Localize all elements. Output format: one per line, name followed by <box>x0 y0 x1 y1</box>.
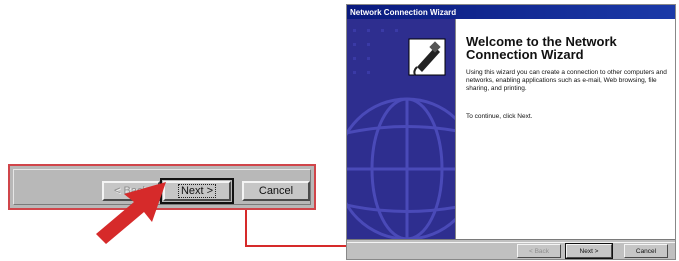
wizard-sidebar-art <box>347 19 455 239</box>
wizard-content-pane: Welcome to the Network Connection Wizard… <box>455 19 675 239</box>
wizard-heading: Welcome to the Network Connection Wizard <box>466 34 617 62</box>
zoom-cancel-button[interactable]: Cancel <box>242 181 310 201</box>
zoom-next-label: Next > <box>177 184 217 198</box>
wizard-continue-text: To continue, click Next. <box>466 113 533 120</box>
red-pointer-arrow <box>96 182 166 244</box>
network-connection-wizard-window: Network Connection Wizard Welcome to the… <box>346 4 676 260</box>
wizard-next-label: Next > <box>579 247 599 255</box>
wizard-cancel-label: Cancel <box>635 247 657 255</box>
window-titlebar: Network Connection Wizard <box>347 5 675 19</box>
wizard-back-label: < Back <box>528 247 550 255</box>
footer-separator <box>347 239 675 243</box>
wizard-description: Using this wizard you can create a conne… <box>466 69 667 92</box>
network-cable-plug-icon <box>408 38 446 76</box>
globe-art <box>347 19 455 239</box>
wizard-cancel-button[interactable]: Cancel <box>624 244 668 258</box>
window-title: Network Connection Wizard <box>350 7 457 17</box>
zoom-next-button[interactable]: Next > <box>160 178 234 204</box>
zoom-cancel-label: Cancel <box>258 185 294 197</box>
wizard-back-button[interactable]: < Back <box>517 244 561 258</box>
wizard-next-button[interactable]: Next > <box>565 243 613 259</box>
